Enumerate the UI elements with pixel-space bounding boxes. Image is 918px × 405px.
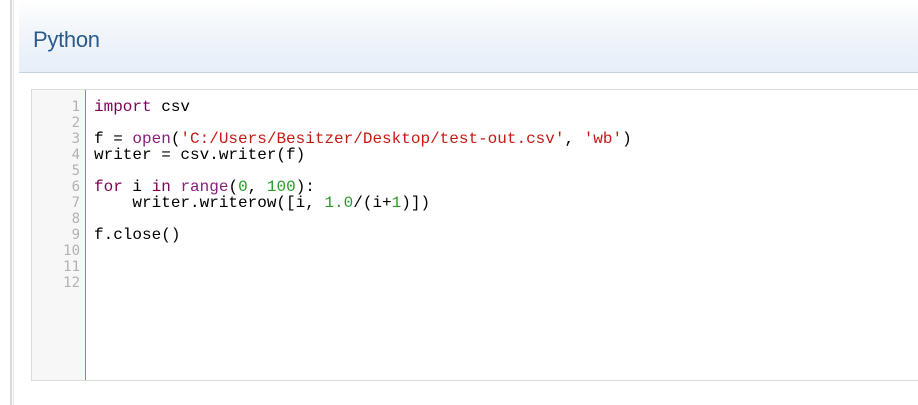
panel-header: Python <box>19 0 918 73</box>
code-token: )]) <box>401 194 431 212</box>
code-content[interactable]: import csv f = open('C:/Users/Besitzer/D… <box>94 99 632 291</box>
line-number: 5 <box>71 163 80 179</box>
line-number-gutter: 1 2 3 4 5 6 7 8 9 10 11 12 <box>32 90 86 380</box>
code-token: f.close() <box>94 226 181 244</box>
code-token: /(i+ <box>353 194 392 212</box>
code-line: import csv <box>94 99 632 115</box>
code-line: for i in range(0, 100): <box>94 179 632 195</box>
line-number: 7 <box>71 195 80 211</box>
code-token: 1 <box>391 194 402 212</box>
code-line: writer = csv.writer(f) <box>94 147 632 163</box>
code-token: csv <box>151 98 191 116</box>
line-number: 12 <box>63 275 80 291</box>
code-token: 'wb' <box>583 130 623 148</box>
line-number: 2 <box>71 115 80 131</box>
code-token: ) <box>622 130 632 148</box>
page: Python 1 2 3 4 5 6 7 8 9 10 11 12 import csv f = op… <box>0 0 918 405</box>
line-number: 8 <box>71 211 80 227</box>
code-token: 1.0 <box>324 194 354 212</box>
left-divider <box>10 0 14 405</box>
line-number: 1 <box>71 99 80 115</box>
code-line: writer.writerow([i, 1.0/(i+1)]) <box>94 195 632 211</box>
panel-title: Python <box>33 27 100 52</box>
code-token: writer.writerow([i, <box>94 194 325 212</box>
code-token: , <box>564 130 584 148</box>
line-number: 11 <box>63 259 80 275</box>
line-number: 4 <box>71 147 80 163</box>
code-line: f = open('C:/Users/Besitzer/Desktop/test… <box>94 131 632 147</box>
code-line: f.close() <box>94 227 632 243</box>
line-number: 9 <box>71 227 80 243</box>
line-number: 3 <box>71 131 80 147</box>
line-numbers: 1 2 3 4 5 6 7 8 9 10 11 12 <box>32 99 80 291</box>
line-number: 6 <box>71 179 80 195</box>
code-block[interactable]: 1 2 3 4 5 6 7 8 9 10 11 12 import csv f = open('C:/… <box>31 89 918 381</box>
line-number: 10 <box>63 243 80 259</box>
code-token: writer = csv.writer(f) <box>94 146 306 164</box>
